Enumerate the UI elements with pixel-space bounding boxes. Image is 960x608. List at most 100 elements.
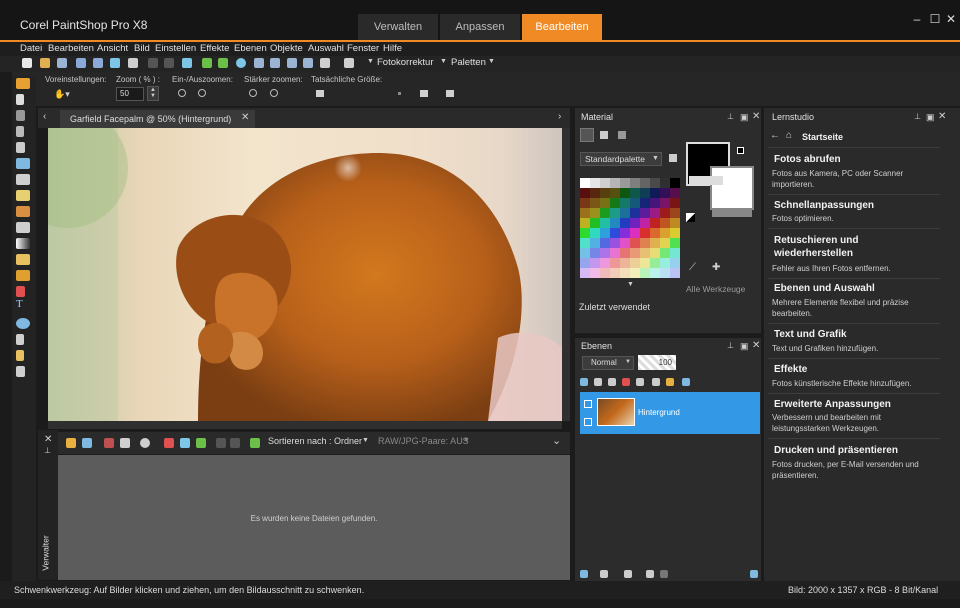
color-swatch[interactable] — [580, 218, 590, 228]
fg-texture-controls[interactable] — [689, 176, 723, 185]
document-tab[interactable]: Garfield Facepalm @ 50% (Hintergrund) — [60, 110, 255, 128]
opacity-slider[interactable]: 100 — [638, 355, 676, 370]
menu-ansicht[interactable]: Ansicht — [97, 43, 128, 54]
crop-tool-icon[interactable] — [16, 142, 25, 153]
color-swatch[interactable] — [610, 238, 620, 248]
sort-dropdown[interactable]: Ordner — [334, 436, 362, 446]
swap-colors-icon[interactable] — [737, 147, 744, 154]
color-swatch[interactable] — [650, 198, 660, 208]
color-swatch[interactable] — [630, 188, 640, 198]
color-swatch[interactable] — [620, 198, 630, 208]
view-mode-icon[interactable] — [82, 438, 92, 448]
preset-hand-icon[interactable]: ✋▾ — [54, 89, 70, 100]
option-icon[interactable] — [446, 90, 454, 97]
color-swatch[interactable] — [620, 238, 630, 248]
delete-icon[interactable] — [104, 438, 114, 448]
new-layer-icon[interactable] — [580, 570, 588, 578]
share-small-icon[interactable] — [180, 438, 190, 448]
home-icon[interactable]: ⌂ — [786, 130, 792, 141]
color-swatch[interactable] — [610, 228, 620, 238]
zoom-out-small-icon[interactable] — [198, 89, 206, 97]
gradient-tool-icon[interactable] — [16, 238, 30, 249]
color-swatch[interactable] — [630, 198, 640, 208]
minimize-button[interactable]: ‒ — [908, 12, 926, 26]
color-swatch[interactable] — [590, 178, 600, 188]
color-swatch[interactable] — [580, 208, 590, 218]
material-pin-icon[interactable]: ⊥ — [727, 112, 734, 121]
tab-verwalten[interactable]: Verwalten — [358, 14, 438, 41]
makeover-tool-icon[interactable] — [16, 190, 30, 201]
new-file-icon[interactable] — [22, 58, 32, 68]
brush-tool-icon[interactable] — [16, 206, 30, 217]
color-swatch[interactable] — [590, 208, 600, 218]
color-swatch[interactable] — [630, 258, 640, 268]
print-icon[interactable] — [128, 58, 138, 68]
color-swatch[interactable] — [650, 258, 660, 268]
rotate-back-icon[interactable] — [216, 438, 226, 448]
zoom-fit-icon[interactable] — [287, 58, 297, 68]
learning-item-title[interactable]: Fotos abrufen — [774, 154, 841, 165]
color-swatch[interactable] — [580, 248, 590, 258]
color-swatch[interactable] — [650, 228, 660, 238]
red-eye-tool-icon[interactable] — [16, 174, 30, 185]
color-swatch[interactable] — [650, 188, 660, 198]
dropper-small-icon[interactable]: ⟋ — [689, 262, 696, 273]
share-icon[interactable] — [110, 58, 120, 68]
lock-icon[interactable] — [420, 90, 428, 97]
color-swatch[interactable] — [590, 268, 600, 278]
menu-objekte[interactable]: Objekte — [270, 43, 303, 54]
smart-carver-icon[interactable] — [16, 366, 25, 377]
edit-icon[interactable] — [120, 438, 130, 448]
color-swatch[interactable] — [620, 208, 630, 218]
learning-item-title[interactable]: Text und Grafik — [774, 329, 847, 340]
art-media-tool-icon[interactable] — [16, 350, 24, 361]
color-swatch[interactable] — [660, 178, 670, 188]
paletten-dropdown-icon[interactable]: ▼ — [488, 58, 495, 65]
close-button[interactable]: ✕ — [942, 12, 960, 26]
color-swatch[interactable] — [620, 248, 630, 258]
eraser-tool-icon[interactable] — [16, 222, 30, 233]
all-tools-check[interactable]: Alle Werkzeuge — [686, 284, 745, 294]
tab-anpassen[interactable]: Anpassen — [440, 14, 520, 41]
learning-item-title[interactable]: Erweiterte Anpassungen — [774, 399, 891, 410]
learning-item-title[interactable]: Schnellanpassungen — [774, 200, 874, 211]
back-arrow-icon[interactable]: ← — [770, 130, 780, 141]
color-swatch[interactable] — [650, 178, 660, 188]
menu-bild[interactable]: Bild — [134, 43, 150, 54]
color-swatch[interactable] — [600, 258, 610, 268]
color-swatch[interactable] — [630, 208, 640, 218]
color-swatch[interactable] — [640, 248, 650, 258]
delete-layer-icon[interactable] — [660, 570, 668, 578]
palette-mode-icon[interactable] — [580, 128, 594, 142]
learning-item-title[interactable]: Retuschieren und wiederherstellen — [774, 234, 894, 260]
color-swatch[interactable] — [670, 228, 680, 238]
color-swatch[interactable] — [660, 228, 670, 238]
material-restore-icon[interactable]: ▣ — [740, 112, 749, 123]
undo-icon[interactable] — [148, 58, 158, 68]
color-swatch[interactable] — [590, 228, 600, 238]
layer-eye-icon[interactable] — [584, 400, 592, 408]
menu-ebenen[interactable]: Ebenen — [234, 43, 267, 54]
layer-style-icon[interactable] — [622, 378, 630, 386]
zoom-more-out-icon[interactable] — [270, 89, 278, 97]
color-swatch[interactable] — [600, 248, 610, 258]
organizer-close-icon[interactable]: ✕ — [44, 434, 52, 445]
selection-tool-icon[interactable] — [16, 110, 25, 121]
organizer-pin-icon[interactable]: ⊥ — [44, 446, 51, 455]
document-close-icon[interactable]: ✕ — [241, 112, 249, 123]
browse-icon[interactable] — [57, 58, 67, 68]
color-swatch[interactable] — [630, 268, 640, 278]
color-swatch[interactable] — [620, 178, 630, 188]
layer-chain-icon[interactable] — [652, 378, 660, 386]
color-swatch[interactable] — [590, 198, 600, 208]
layer-name[interactable]: Hintergrund — [638, 408, 680, 417]
color-swatch[interactable] — [650, 248, 660, 258]
color-swatch[interactable] — [600, 238, 610, 248]
color-swatch[interactable] — [590, 188, 600, 198]
color-swatch[interactable] — [630, 228, 640, 238]
layers-pin-icon[interactable]: ⊥ — [727, 341, 734, 350]
paletten-menu[interactable]: Paletten — [451, 57, 486, 68]
canvas-vertical-scrollbar[interactable] — [562, 128, 570, 421]
color-swatch[interactable] — [630, 238, 640, 248]
layers-resize-icon[interactable] — [750, 570, 758, 578]
